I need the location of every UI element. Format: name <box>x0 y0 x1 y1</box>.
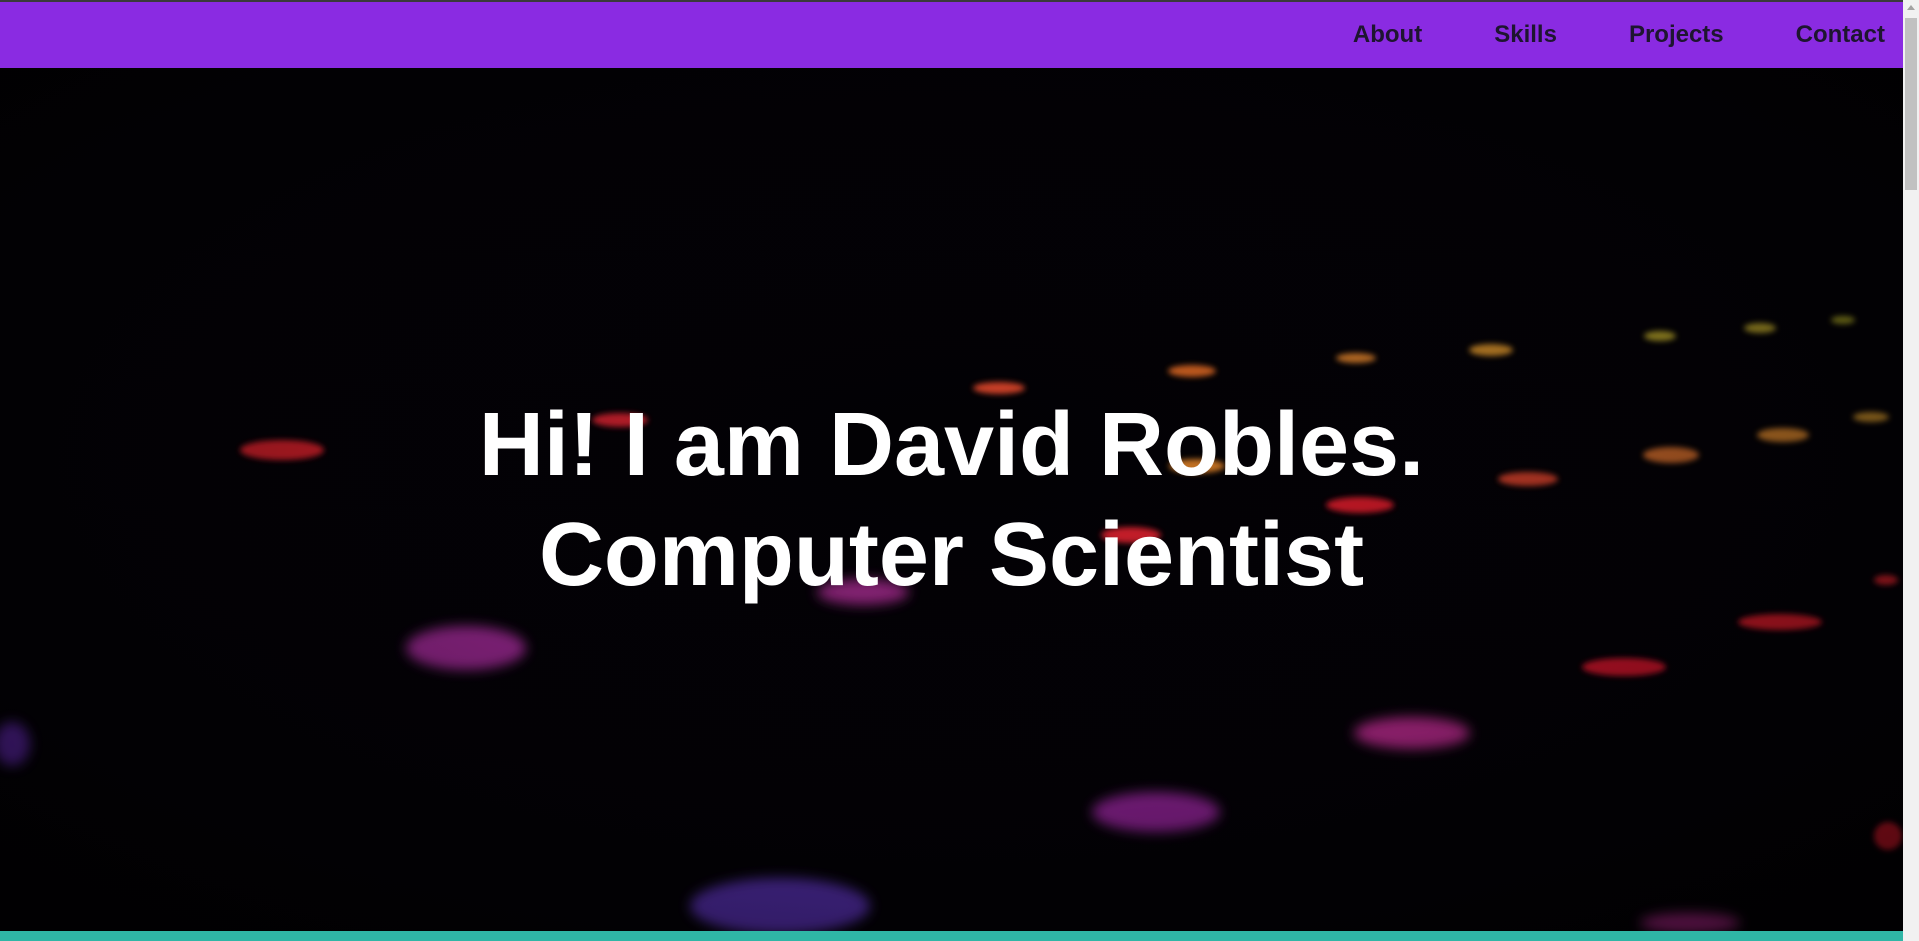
nav-menu: About Skills Projects Contact <box>1353 2 1903 68</box>
hero-section: Hi! I am David Robles. Computer Scientis… <box>0 68 1903 932</box>
navbar: About Skills Projects Contact <box>0 2 1903 68</box>
nav-link-skills[interactable]: Skills <box>1494 21 1557 49</box>
scrollbar-thumb[interactable] <box>1905 18 1917 190</box>
window-top-border <box>0 0 1903 2</box>
hero-subtitle: Computer Scientist <box>538 505 1365 605</box>
page: About Skills Projects Contact Hi! I am D… <box>0 0 1903 941</box>
vertical-scrollbar[interactable] <box>1903 0 1919 941</box>
nav-link-contact[interactable]: Contact <box>1796 21 1885 49</box>
scroll-up-arrow-icon[interactable] <box>1907 5 1915 10</box>
hero-heading: Hi! I am David Robles. Computer Scientis… <box>0 390 1903 610</box>
next-section-edge <box>0 931 1903 941</box>
nav-link-about[interactable]: About <box>1353 21 1422 49</box>
nav-link-projects[interactable]: Projects <box>1629 21 1724 49</box>
hero-greeting: Hi! I am David Robles. <box>478 395 1425 495</box>
